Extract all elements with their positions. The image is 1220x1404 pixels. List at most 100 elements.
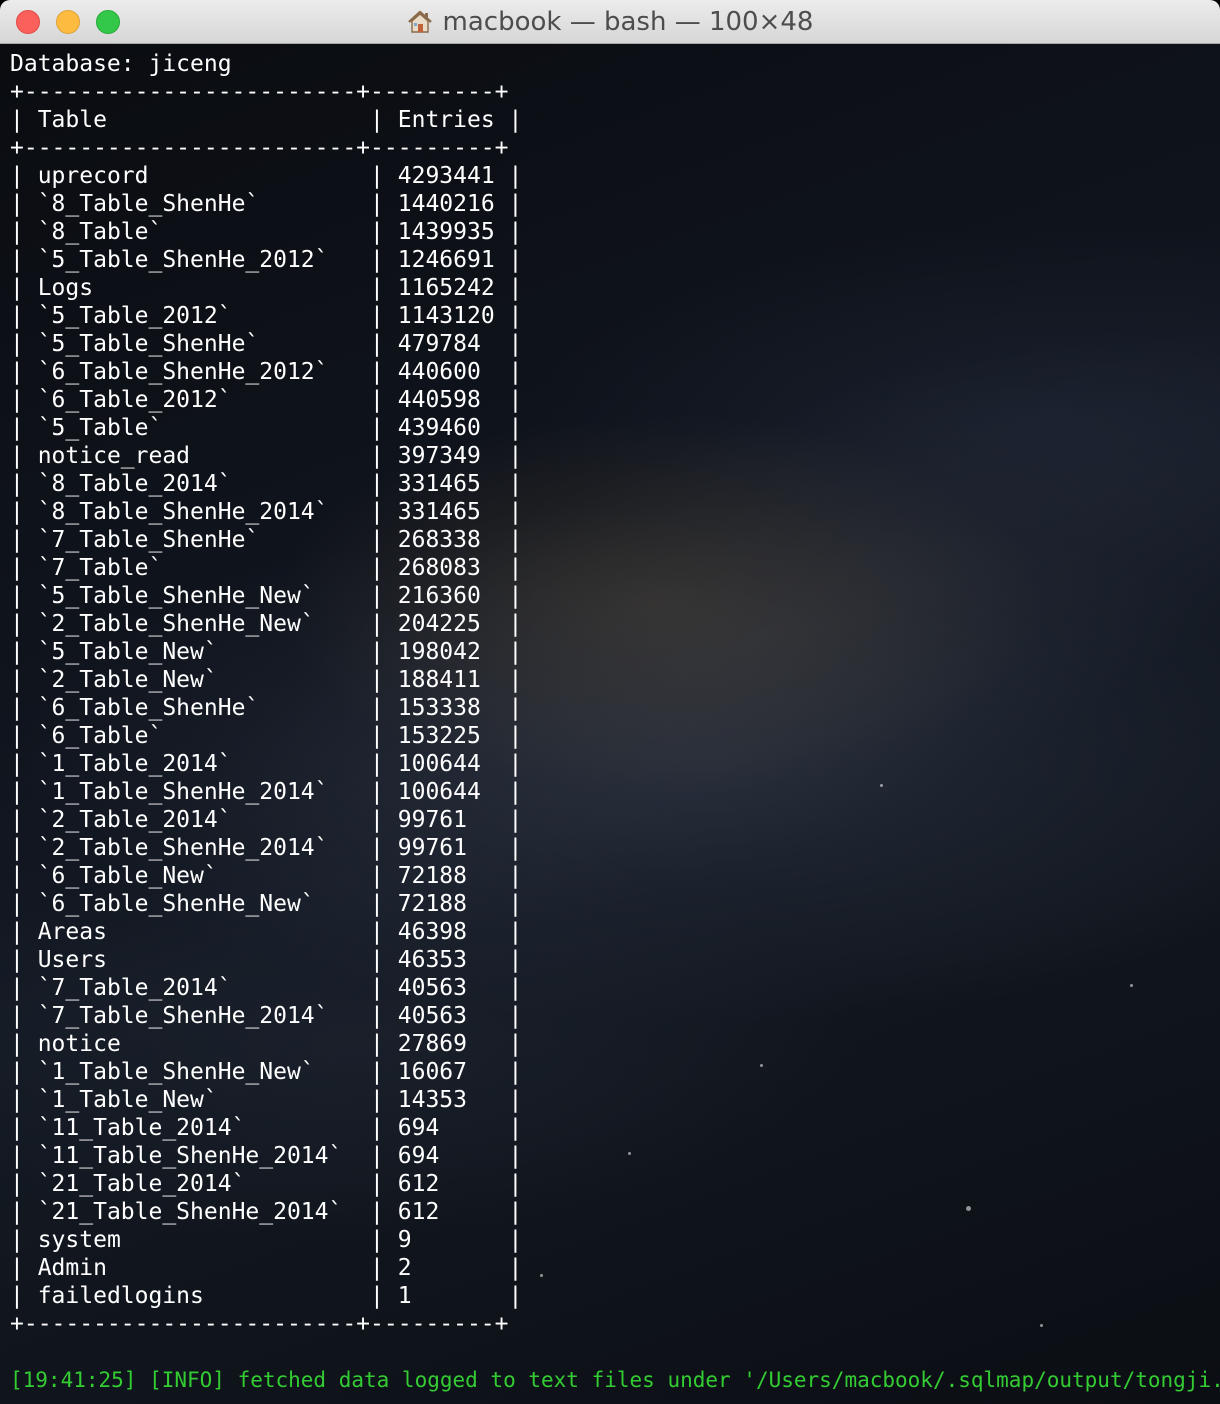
border-pipe: | [10, 331, 38, 357]
border-pipe: | [494, 499, 523, 525]
table-name-cell: `6_Table_New` [37, 863, 357, 889]
table-row: | `1_Table_ShenHe_New` | 16067 | [10, 1058, 522, 1086]
terminal-window: macbook — bash — 100×48 Database: jiceng… [0, 0, 1220, 1404]
border-pipe: | [356, 163, 398, 189]
entries-cell: 46398 [397, 919, 495, 945]
entries-cell: 268083 [397, 555, 495, 581]
entries-cell: 612 [397, 1171, 495, 1197]
border-pipe: | [494, 219, 523, 245]
home-icon [407, 10, 432, 33]
border-pipe: | [494, 779, 523, 805]
star [1040, 1324, 1043, 1327]
star [880, 784, 883, 787]
entries-cell: 72188 [397, 891, 495, 917]
table-row: | Admin | 2 | [10, 1254, 522, 1282]
border-pipe: | [494, 1283, 523, 1309]
table-row: | `5_Table_2012` | 1143120 | [10, 302, 522, 330]
border-pipe: | [10, 527, 38, 553]
star [966, 1206, 971, 1211]
border-pipe: | [10, 1171, 38, 1197]
table-row: | Logs | 1165242 | [10, 274, 522, 302]
table-name-cell: `7_Table` [37, 555, 357, 581]
border-pipe: | [494, 1031, 523, 1057]
title-bar[interactable]: macbook — bash — 100×48 [0, 0, 1220, 44]
entries-cell: 46353 [397, 947, 495, 973]
border-pipe: | [356, 583, 398, 609]
table-name-cell: `2_Table_ShenHe_2014` [37, 835, 357, 861]
border-pipe: | [494, 107, 523, 133]
entries-cell: 1 [397, 1283, 495, 1309]
border-pipe: | [356, 471, 398, 497]
border-pipe: | [10, 1199, 38, 1225]
table-row: | `7_Table_ShenHe` | 268338 | [10, 526, 522, 554]
border-pipe: | [356, 1115, 398, 1141]
table-name-cell: `8_Table` [37, 219, 357, 245]
entries-cell: 440598 [397, 387, 495, 413]
table-row: | `8_Table_2014` | 331465 | [10, 470, 522, 498]
border-pipe: | [356, 443, 398, 469]
table-row: | `7_Table_2014` | 40563 | [10, 974, 522, 1002]
entries-cell: 439460 [397, 415, 495, 441]
border-pipe: | [356, 275, 398, 301]
border-pipe: | [356, 975, 398, 1001]
table-name-cell: `5_Table_2012` [37, 303, 357, 329]
entries-cell: 694 [397, 1115, 495, 1141]
table-row: | `2_Table_New` | 188411 | [10, 666, 522, 694]
table-row: | `8_Table_ShenHe` | 1440216 | [10, 190, 522, 218]
table-row: | notice_read | 397349 | [10, 442, 522, 470]
terminal-content[interactable]: Database: jiceng +-----------------------… [0, 44, 1220, 1404]
border-pipe: | [356, 191, 398, 217]
entries-cell: 268338 [397, 527, 495, 553]
table-name-cell: `6_Table` [37, 723, 357, 749]
border-pipe: | [494, 1227, 523, 1253]
entries-cell: 40563 [397, 975, 495, 1001]
border-pipe: | [10, 471, 38, 497]
border-pipe: | [356, 415, 398, 441]
entries-cell: 1165242 [397, 275, 495, 301]
table-row: | `6_Table_ShenHe_New` | 72188 | [10, 890, 522, 918]
entries-cell: 216360 [397, 583, 495, 609]
border-pipe: | [494, 331, 523, 357]
table-row: | `6_Table` | 153225 | [10, 722, 522, 750]
table-name-cell: `7_Table_ShenHe_2014` [37, 1003, 357, 1029]
border-pipe: | [10, 1143, 38, 1169]
border-pipe: | [356, 723, 398, 749]
border-pipe: | [494, 1143, 523, 1169]
border-pipe: | [356, 751, 398, 777]
entries-cell: 100644 [397, 779, 495, 805]
border-pipe: | [494, 275, 523, 301]
entries-cell: 198042 [397, 639, 495, 665]
table-border-bottom: +------------------------+---------+ [10, 1311, 509, 1337]
border-pipe: | [356, 107, 398, 133]
entries-cell: 16067 [397, 1059, 495, 1085]
border-pipe: | [10, 583, 38, 609]
border-pipe: | [10, 1115, 38, 1141]
table-row: | uprecord | 4293441 | [10, 162, 522, 190]
border-pipe: | [494, 1003, 523, 1029]
border-pipe: | [10, 751, 38, 777]
border-pipe: | [356, 919, 398, 945]
table-name-cell: `6_Table_ShenHe_New` [37, 891, 357, 917]
border-pipe: | [10, 947, 38, 973]
border-pipe: | [494, 415, 523, 441]
border-pipe: | [494, 863, 523, 889]
border-pipe: | [10, 359, 38, 385]
table-name-cell: `7_Table_2014` [37, 975, 357, 1001]
border-pipe: | [356, 1199, 398, 1225]
window-title: macbook — bash — 100×48 [442, 7, 814, 37]
table-row: | failedlogins | 1 | [10, 1282, 522, 1310]
table-row: | `5_Table_ShenHe_New` | 216360 | [10, 582, 522, 610]
entries-cell: 188411 [397, 667, 495, 693]
table-row: | `8_Table_ShenHe_2014` | 331465 | [10, 498, 522, 526]
border-pipe: | [356, 695, 398, 721]
star [1130, 984, 1133, 987]
border-pipe: | [494, 835, 523, 861]
border-pipe: | [10, 303, 38, 329]
table-row: | `2_Table_2014` | 99761 | [10, 806, 522, 834]
entries-cell: 1143120 [397, 303, 495, 329]
table-header-row: | Table | Entries | [10, 106, 522, 134]
table-name-cell: `8_Table_ShenHe_2014` [37, 499, 357, 525]
table-row: | `1_Table_New` | 14353 | [10, 1086, 522, 1114]
table-name-cell: `2_Table_ShenHe_New` [37, 611, 357, 637]
table-row: | Users | 46353 | [10, 946, 522, 974]
